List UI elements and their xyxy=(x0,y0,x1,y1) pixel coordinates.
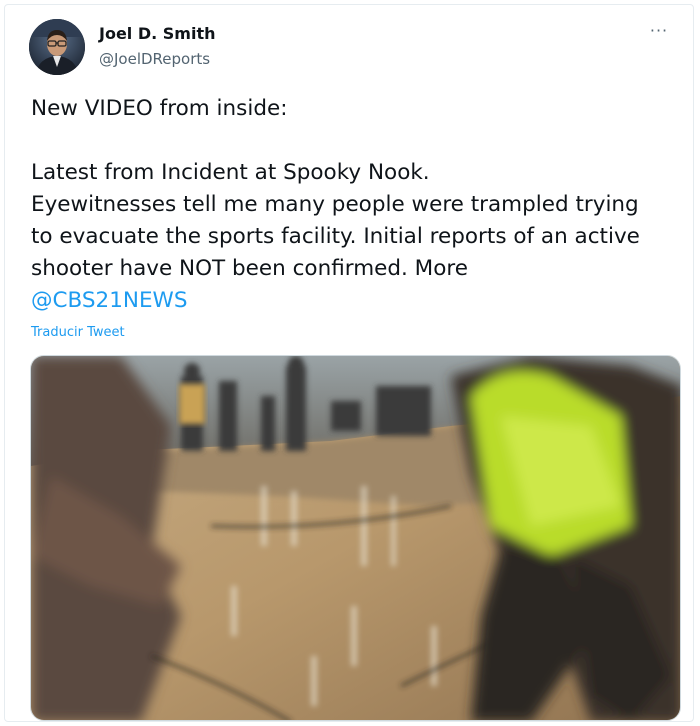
tweet-text-line1: New VIDEO from inside: xyxy=(31,96,288,121)
translate-tweet-link[interactable]: Traducir Tweet xyxy=(31,325,125,340)
author-name[interactable]: Joel D. Smith xyxy=(99,24,216,43)
mention-link[interactable]: @CBS21NEWS xyxy=(31,288,187,313)
video-frame-image xyxy=(31,356,680,720)
tweet-text: New VIDEO from inside: Latest from Incid… xyxy=(31,93,681,317)
tweet-card: Joel D. Smith @JoelDReports ··· New VIDE… xyxy=(4,4,694,722)
author-handle[interactable]: @JoelDReports xyxy=(99,50,210,68)
more-options-icon[interactable]: ··· xyxy=(647,21,671,41)
tweet-text-body: Latest from Incident at Spooky Nook. Eye… xyxy=(31,160,640,281)
video-thumbnail[interactable] xyxy=(30,355,681,721)
avatar[interactable] xyxy=(29,19,85,75)
